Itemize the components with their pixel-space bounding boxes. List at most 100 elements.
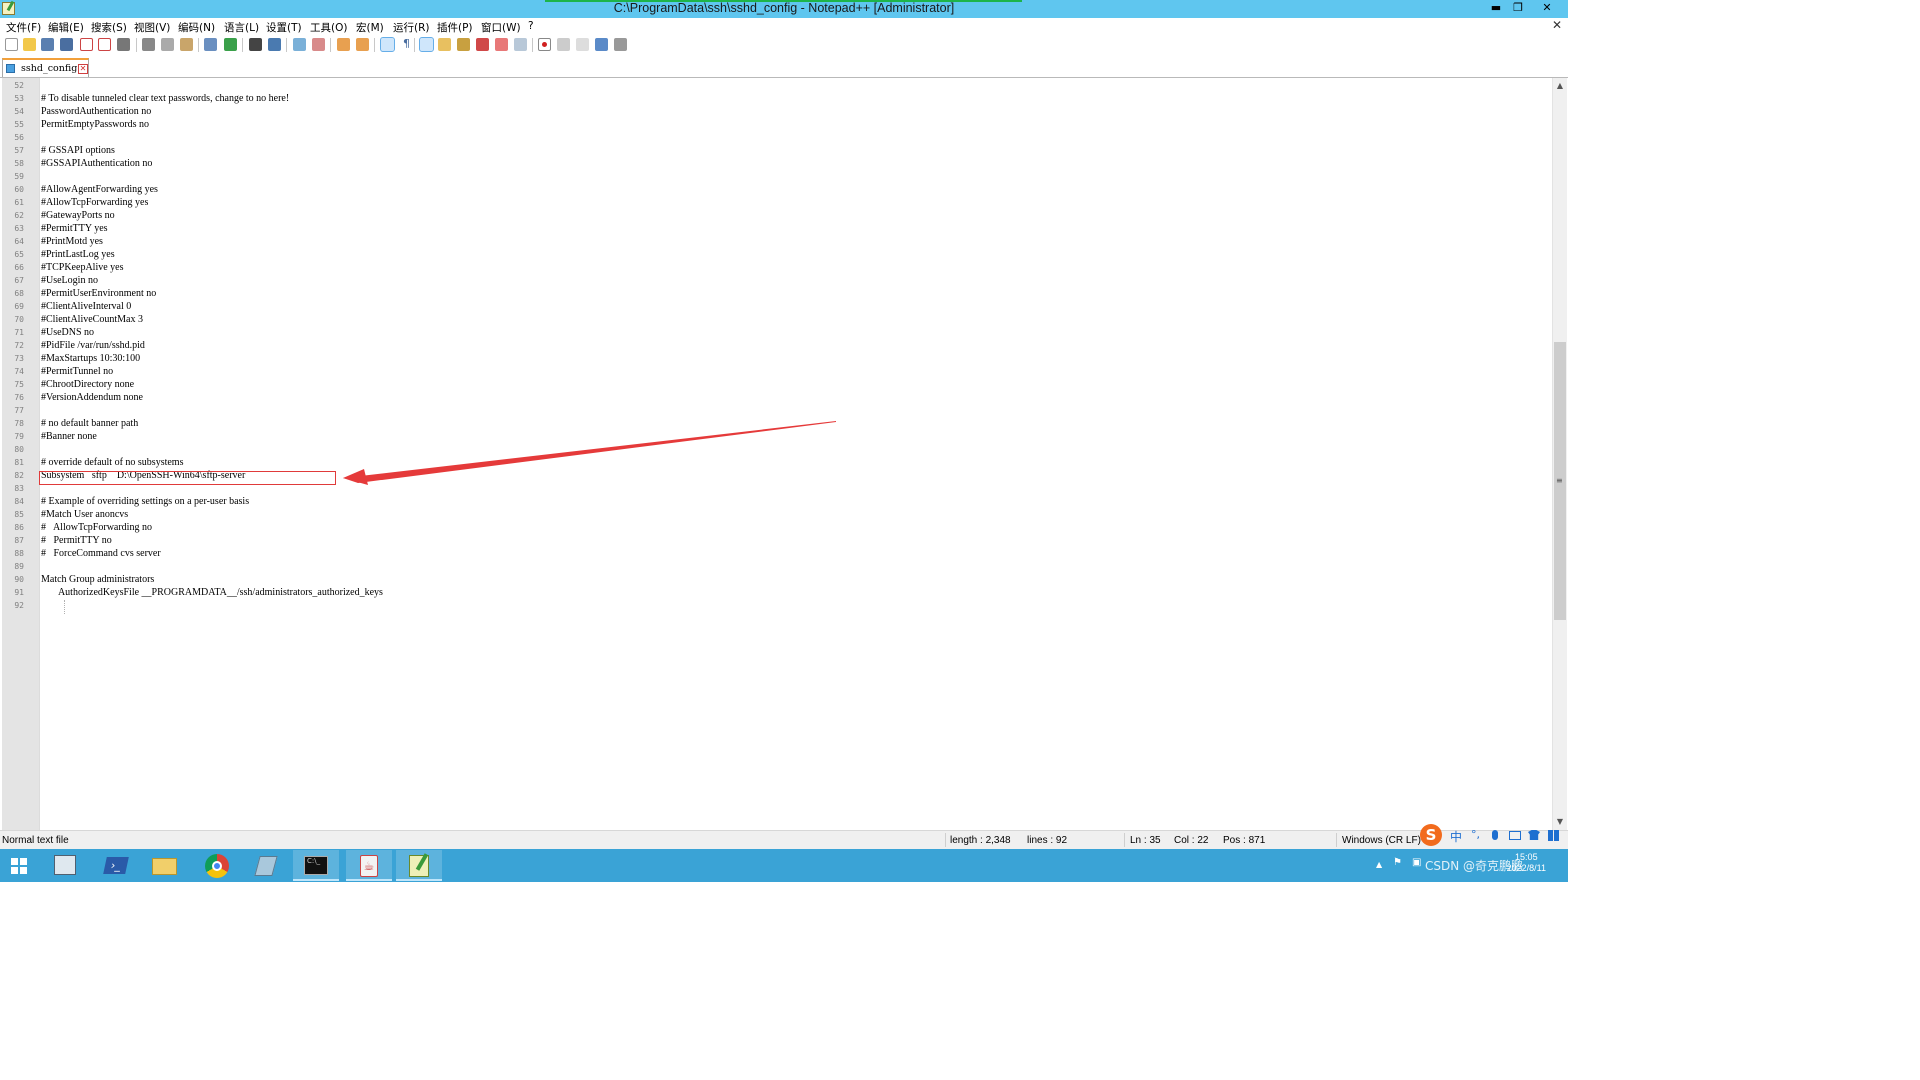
status-divider: [1124, 833, 1125, 847]
menu-file[interactable]: 文件(F): [6, 20, 41, 35]
show-all-characters-icon[interactable]: ¶: [400, 38, 413, 51]
menu-help[interactable]: ?: [528, 20, 534, 32]
editor[interactable]: 52 53 # To disable tunneled clear text pas…: [0, 78, 1568, 830]
cursor-position: Pos : 871: [1223, 835, 1266, 846]
file-saved-icon: [6, 64, 15, 73]
status-bar: Normal text file length : 2,348 lines : …: [0, 830, 1568, 849]
toolbar-separator: [286, 38, 287, 52]
cursor-column: Col : 22: [1174, 835, 1209, 846]
status-divider: [945, 833, 946, 847]
menu-view[interactable]: 视图(V): [134, 20, 170, 35]
play-macro-icon[interactable]: [576, 38, 589, 51]
clock-time: 15:05: [1515, 852, 1538, 862]
tab-sshd-config[interactable]: sshd_config ✕: [2, 58, 89, 77]
skin-icon[interactable]: [1528, 830, 1540, 840]
menu-tools[interactable]: 工具(O): [310, 20, 347, 35]
tab-bar: sshd_config ✕: [0, 56, 1568, 78]
keyboard-icon[interactable]: [1509, 831, 1521, 840]
windows-start-icon[interactable]: [0, 850, 40, 881]
menu-window[interactable]: 窗口(W): [481, 20, 521, 35]
function-list-icon[interactable]: [476, 38, 489, 51]
menu-run[interactable]: 运行(R): [393, 20, 430, 35]
user-language-icon[interactable]: [438, 38, 451, 51]
menu-settings[interactable]: 设置(T): [266, 20, 302, 35]
toolbar-separator: [414, 38, 415, 52]
scroll-grip-icon: ≡: [1556, 476, 1563, 485]
sync-horizontal-icon[interactable]: [356, 38, 369, 51]
window-title: C:\ProgramData\ssh\sshd_config - Notepad…: [613, 1, 955, 15]
toolbar-separator: [532, 38, 533, 52]
toolbar-separator: [242, 38, 243, 52]
file-explorer-icon[interactable]: [142, 850, 188, 881]
java-icon[interactable]: ☕: [346, 850, 392, 881]
print-icon[interactable]: [117, 38, 130, 51]
record-macro-icon[interactable]: [538, 38, 551, 51]
undo-icon[interactable]: [204, 38, 217, 51]
indent-guide-icon[interactable]: [419, 37, 434, 52]
play-multiple-macro-icon[interactable]: [595, 38, 608, 51]
open-file-icon[interactable]: [23, 38, 36, 51]
menu-macro[interactable]: 宏(M): [356, 20, 384, 35]
cmd-icon[interactable]: C:\_: [293, 850, 339, 881]
doc-lines: lines : 92: [1027, 835, 1068, 846]
zoom-in-icon[interactable]: [293, 38, 306, 51]
show-hidden-icons-icon[interactable]: ▲: [1376, 860, 1382, 869]
zoom-out-icon[interactable]: [312, 38, 325, 51]
toolbar-separator: [136, 38, 137, 52]
clock-date: 2022/8/11: [1506, 863, 1546, 873]
taskbar: ›_ C:\_ ☕ ▲ ⚑ ▣ CSDN @奇克鹏鹏 15:05 2022/8/…: [0, 849, 1568, 882]
save-icon[interactable]: [41, 38, 54, 51]
sync-vertical-icon[interactable]: [337, 38, 350, 51]
folder-workspace-icon[interactable]: [495, 38, 508, 51]
vertical-scrollbar[interactable]: ▲ ≡ ▼: [1552, 78, 1567, 830]
menu-search[interactable]: 搜索(S): [91, 20, 127, 35]
chrome-icon[interactable]: [194, 850, 240, 881]
menu-plugins[interactable]: 插件(P): [437, 20, 473, 35]
notepad-plus-plus-taskbar-icon[interactable]: [396, 850, 442, 881]
ime-punctuation[interactable]: °,: [1471, 828, 1480, 841]
replace-icon[interactable]: [268, 38, 281, 51]
tab-close-icon[interactable]: ✕: [78, 64, 88, 74]
close-all-icon[interactable]: [98, 38, 111, 51]
close-file-icon[interactable]: [80, 38, 93, 51]
close-button[interactable]: ✕: [1526, 0, 1568, 16]
ime-chinese-mode[interactable]: 中: [1450, 828, 1462, 845]
annotation-arrow: [343, 421, 836, 485]
new-file-icon[interactable]: [5, 38, 18, 51]
cursor-line: Ln : 35: [1130, 835, 1161, 846]
flag-icon[interactable]: ⚑: [1393, 857, 1402, 868]
powershell-icon[interactable]: ›_: [93, 850, 139, 881]
server-manager-icon[interactable]: [42, 850, 88, 881]
document-map-icon[interactable]: [457, 38, 470, 51]
save-all-icon[interactable]: [60, 38, 73, 51]
paste-icon[interactable]: [180, 38, 193, 51]
toolbar-separator: [198, 38, 199, 52]
menu-encoding[interactable]: 编码(N): [178, 20, 215, 35]
scroll-up-icon[interactable]: ▲: [1555, 81, 1565, 91]
menu-edit[interactable]: 编辑(E): [48, 20, 84, 35]
notepad-icon[interactable]: [243, 850, 289, 881]
file-type: Normal text file: [2, 835, 69, 846]
stop-macro-icon[interactable]: [557, 38, 570, 51]
close-document-icon[interactable]: ✕: [1552, 18, 1562, 32]
word-wrap-icon[interactable]: [380, 37, 395, 52]
microphone-icon[interactable]: [1492, 830, 1498, 840]
network-icon[interactable]: ▣: [1412, 857, 1421, 868]
monitoring-icon[interactable]: [514, 38, 527, 51]
tab-label: sshd_config: [21, 63, 78, 74]
toolbar: ¶: [0, 35, 1568, 56]
eol-format[interactable]: Windows (CR LF): [1342, 835, 1421, 846]
menu-bar: 文件(F) 编辑(E) 搜索(S) 视图(V) 编码(N) 语言(L) 设置(T…: [0, 18, 1568, 35]
minimize-button[interactable]: ▬: [1484, 0, 1508, 16]
title-bar: C:\ProgramData\ssh\sshd_config - Notepad…: [0, 0, 1568, 18]
redo-icon[interactable]: [224, 38, 237, 51]
save-macro-icon[interactable]: [614, 38, 627, 51]
find-icon[interactable]: [249, 38, 262, 51]
menu-language[interactable]: 语言(L): [224, 20, 259, 35]
sogou-ime-icon[interactable]: S: [1420, 824, 1442, 846]
toolbox-icon[interactable]: [1548, 830, 1559, 841]
cut-icon[interactable]: [142, 38, 155, 51]
ime-toolbar: S 中 °,: [1420, 822, 1568, 848]
clock[interactable]: 15:05 2022/8/11: [1507, 852, 1546, 874]
copy-icon[interactable]: [161, 38, 174, 51]
